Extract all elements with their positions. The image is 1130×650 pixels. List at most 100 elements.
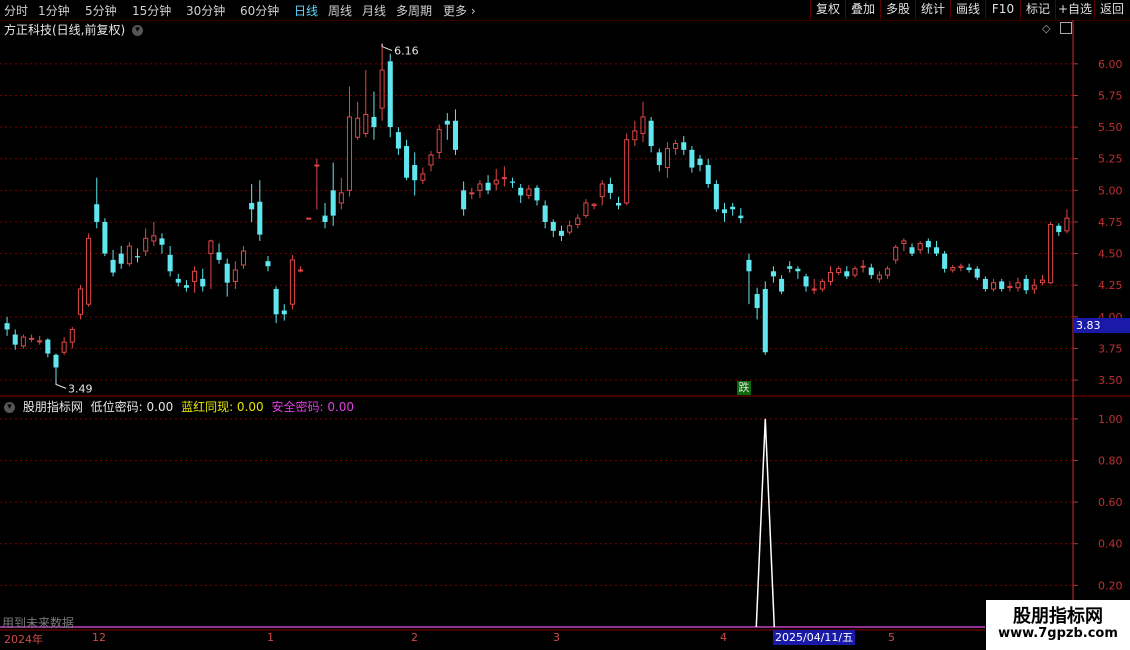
price-tick-label: 3.50 [1098, 374, 1123, 387]
date-label: 1 [267, 631, 274, 644]
candle-body-down [53, 354, 59, 368]
indicator-tick-label: 0.40 [1098, 538, 1123, 551]
candle-body-down [909, 247, 915, 254]
candle-body-down [534, 187, 540, 201]
candle-body-up [379, 69, 385, 109]
candle-body-down [510, 181, 516, 183]
candle-body-down [200, 278, 206, 287]
candle-body-up [314, 164, 320, 167]
candle-body-up [893, 246, 899, 261]
candle-body-down [787, 266, 793, 269]
price-tick-label: 4.75 [1098, 216, 1123, 229]
candle-body-down [779, 278, 785, 292]
candle-body-down [452, 120, 459, 150]
candle-body-up [306, 217, 312, 220]
candle-body-up [673, 143, 679, 150]
candle-body-down [518, 187, 524, 196]
candle-body-up [1015, 282, 1021, 289]
candle-body-up [1048, 223, 1054, 284]
candle-body-up [86, 237, 92, 305]
candle-body-up [298, 269, 304, 272]
candle-body-down [730, 206, 736, 210]
candle-body-up [355, 117, 361, 138]
candle-body-down [697, 158, 703, 166]
price-tick-label: 5.25 [1098, 153, 1123, 166]
candle-body-down [167, 254, 173, 272]
indicator-spike-line [755, 418, 776, 628]
price-tick-label: 5.75 [1098, 89, 1123, 102]
candle-body-up [950, 266, 956, 271]
indicator-tick-label: 0.60 [1098, 496, 1123, 509]
candle-body-up [338, 192, 344, 204]
candle-body-down [45, 339, 51, 354]
candle-body-up [958, 265, 964, 268]
candle-body-down [705, 165, 711, 185]
candle-body-down [542, 205, 548, 222]
price-tick-label: 4.25 [1098, 279, 1123, 292]
chevron-down-icon[interactable]: ▾ [132, 25, 144, 36]
candle-body-down [412, 165, 418, 181]
candle-body-down [404, 146, 410, 178]
candle-body-down [681, 142, 687, 150]
candle-body-up [567, 225, 573, 233]
stock-title: 方正科技(日线,前复权) [4, 23, 126, 37]
indicator-value-low: 低位密码: 0.00 [90, 400, 174, 414]
price-tick-label: 5.00 [1098, 184, 1123, 197]
date-label: 3 [553, 631, 560, 644]
candle-body-down [656, 152, 662, 166]
candle-body-down [803, 276, 809, 287]
candle-body-down [868, 267, 874, 276]
signal-badge: 跌 [737, 381, 751, 395]
candle-body-down [746, 259, 752, 272]
candle-body-down [273, 289, 279, 315]
candle-body-up [232, 269, 238, 282]
candle-body-up [1064, 217, 1070, 232]
indicator-tick-label: 0.20 [1098, 579, 1123, 592]
candle-body-down [4, 323, 10, 330]
selected-date: 2025/04/11/五 [773, 630, 856, 645]
diamond-icon[interactable]: ◇ [1042, 22, 1050, 35]
candle-body-down [933, 247, 940, 254]
window-icon[interactable] [1060, 22, 1072, 34]
candle-body-up [477, 183, 483, 191]
indicator-name[interactable]: 股朋指标网 [23, 400, 83, 414]
candle-body-up [151, 235, 157, 242]
candle-body-down [485, 182, 491, 191]
candle-body-down [387, 61, 393, 128]
candle-body-up [501, 177, 507, 180]
indicator-value-safe: 安全密码: 0.00 [271, 400, 355, 414]
candle-body-up [363, 113, 369, 134]
candle-body-down [12, 334, 18, 345]
candle-body-up [836, 268, 842, 274]
date-label: 2024年 [4, 633, 43, 646]
candle-body-down [1023, 278, 1029, 291]
candle-body-up [29, 337, 35, 340]
candle-body-up [827, 272, 834, 282]
price-tick-label: 6.00 [1098, 58, 1123, 71]
date-label: 4 [720, 631, 727, 644]
candle-body-down [183, 285, 189, 288]
candle-body-down [118, 253, 124, 264]
chevron-down-icon[interactable]: ▾ [4, 402, 15, 413]
candle-body-up [526, 188, 532, 196]
candle-body-down [754, 294, 760, 308]
candle-body-down [224, 263, 230, 283]
candle-body-up [852, 268, 858, 276]
candle-body-down [265, 261, 271, 267]
candle-body-up [289, 259, 295, 305]
candle-body-down [713, 184, 719, 210]
candle-body-down [94, 204, 100, 222]
indicator-value-bluered: 蓝红同现: 0.00 [181, 400, 264, 414]
candle-body-up [208, 240, 214, 255]
candle-body-down [689, 149, 695, 168]
candle-body-down [738, 215, 744, 219]
watermark-title: 股朋指标网 [1013, 606, 1103, 627]
candle-body-up [591, 203, 597, 207]
candle-body-down [607, 184, 613, 193]
candle-body-down [966, 267, 972, 271]
date-label: 2 [411, 631, 418, 644]
candle-body-up [143, 237, 149, 252]
kline-chart[interactable]: 6.005.755.505.255.004.754.504.254.003.75… [0, 0, 1130, 650]
candle-body-up [575, 217, 581, 225]
candle-body-up [664, 148, 670, 169]
